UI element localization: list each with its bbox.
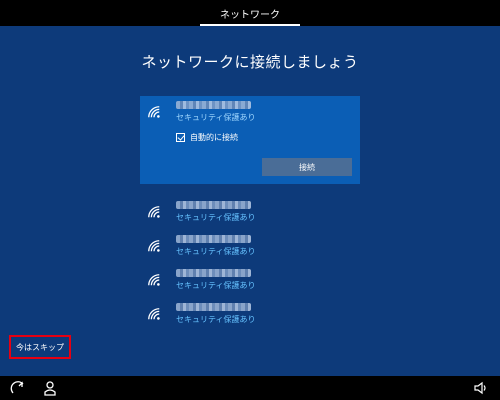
network-item[interactable]: ■■■■■■ セキュリティ保護あり xyxy=(140,196,360,228)
auto-connect-option[interactable]: 自動的に接続 xyxy=(176,132,238,143)
network-security-label: セキュリティ保護あり xyxy=(176,213,256,222)
volume-icon[interactable] xyxy=(473,380,489,396)
network-security-label: セキュリティ保護あり xyxy=(176,281,256,290)
wifi-icon xyxy=(148,106,160,118)
bottom-bar xyxy=(0,376,500,400)
network-list: ■■■■■■ セキュリティ保護あり 自動的に接続 接続 ■■■■■■ セキュリテ… xyxy=(140,96,360,332)
network-name-blurred: ■■■■■■ xyxy=(176,101,251,109)
network-item[interactable]: ■■■■■■ セキュリティ保護あり xyxy=(140,230,360,262)
network-item-selected[interactable]: ■■■■■■ セキュリティ保護あり 自動的に接続 接続 xyxy=(140,96,360,184)
ease-of-access-icon[interactable] xyxy=(10,380,26,396)
wifi-icon xyxy=(148,274,160,286)
network-item[interactable]: ■■■■■■ セキュリティ保護あり xyxy=(140,298,360,330)
auto-connect-checkbox[interactable] xyxy=(176,133,185,142)
auto-connect-label: 自動的に接続 xyxy=(190,133,238,142)
wifi-icon xyxy=(148,206,160,218)
top-bar: ネットワーク xyxy=(0,0,500,26)
network-name-blurred: ■■■■■■ xyxy=(176,303,251,311)
page-title: ネットワークに接続しましょう xyxy=(141,53,359,71)
wifi-icon xyxy=(148,240,160,252)
network-name-blurred: ■■■■■■ xyxy=(176,269,251,277)
network-security-label: セキュリティ保護あり xyxy=(176,247,256,256)
setup-main: ネットワークに接続しましょう ■■■■■■ セキュリティ保護あり 自動的に接続 … xyxy=(0,26,500,376)
network-security-label: セキュリティ保護あり xyxy=(176,315,256,324)
narrator-icon[interactable] xyxy=(42,380,58,396)
tab-network[interactable]: ネットワーク xyxy=(200,0,300,26)
network-item[interactable]: ■■■■■■ セキュリティ保護あり xyxy=(140,264,360,296)
connect-button[interactable]: 接続 xyxy=(262,158,352,176)
skip-for-now-button[interactable]: 今はスキップ xyxy=(9,335,71,359)
network-security-label: セキュリティ保護あり xyxy=(176,113,256,122)
wifi-icon xyxy=(148,308,160,320)
network-name-blurred: ■■■■■■ xyxy=(176,235,251,243)
network-name-blurred: ■■■■■■ xyxy=(176,201,251,209)
